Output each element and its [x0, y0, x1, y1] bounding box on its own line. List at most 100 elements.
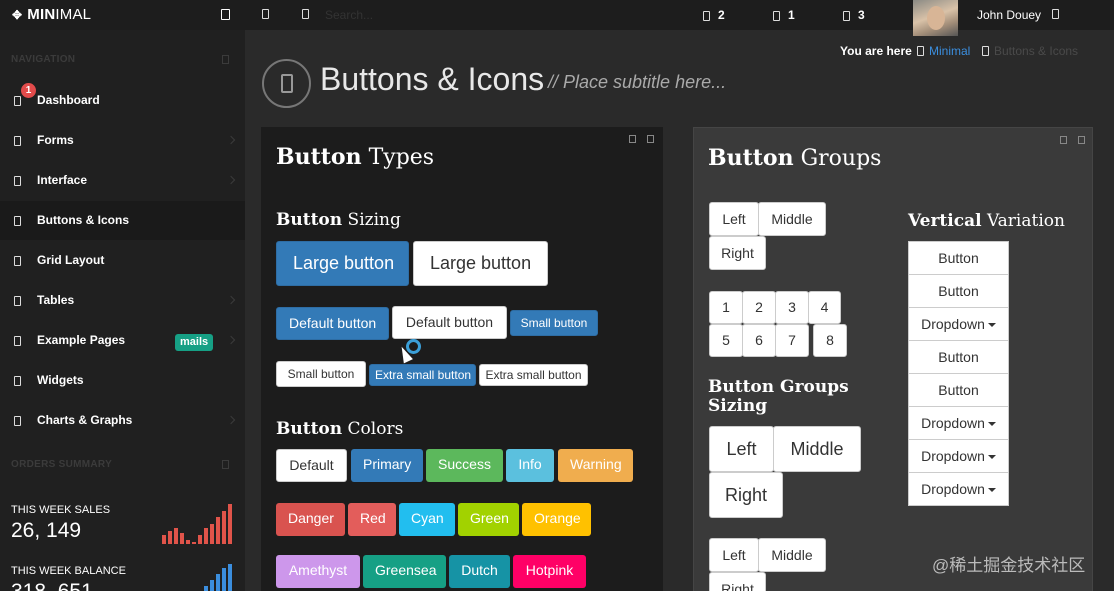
warning-color-button[interactable]: Warning [558, 449, 633, 482]
page-title: Buttons & Icons [320, 61, 545, 97]
success-color-button[interactable]: Success [426, 449, 503, 482]
sidebar-toggle-icon[interactable] [221, 9, 230, 20]
group-button-middle[interactable]: Middle [758, 202, 826, 236]
search-icon[interactable] [302, 9, 309, 19]
greensea-color-button[interactable]: Greensea [363, 555, 446, 588]
sidebar-item-label: Example Pages [37, 333, 126, 347]
vertical-button[interactable]: Button [908, 241, 1009, 275]
large-primary-button[interactable]: Large button [276, 241, 409, 286]
section-heading-sizing: Button Sizing [276, 210, 401, 230]
vertical-dropdown[interactable]: Dropdown [908, 472, 1009, 506]
group-button-left[interactable]: Left [709, 538, 759, 572]
user-name[interactable]: John Douey [977, 8, 1041, 22]
charts-icon [14, 416, 21, 426]
collapse-panel-icon[interactable] [1078, 136, 1085, 144]
sidebar-item-example-pages[interactable]: Example Pages mails [0, 321, 245, 360]
settings-icon[interactable] [262, 9, 269, 19]
vertical-dropdown[interactable]: Dropdown [908, 439, 1009, 473]
cyan-color-button[interactable]: Cyan [399, 503, 455, 536]
page-button-6[interactable]: 6 [742, 324, 776, 357]
sidebar-item-forms[interactable]: Forms [0, 121, 245, 160]
large-default-button[interactable]: Large button [413, 241, 548, 286]
spark-bar [210, 580, 214, 591]
group-button-middle[interactable]: Middle [758, 538, 826, 572]
balance-sparkline [204, 564, 232, 591]
small-primary-button[interactable]: Small button [510, 310, 598, 336]
section-heading-groups-sizing: Button Groups Sizing [708, 377, 849, 416]
stat-label: THIS WEEK BALANCE [11, 565, 126, 577]
watermark: @稀土掘金技术社区 [932, 556, 1086, 575]
page-button-3[interactable]: 3 [775, 291, 809, 324]
sidebar-item-grid-layout[interactable]: Grid Layout [0, 241, 245, 280]
collapse-panel-icon[interactable] [647, 135, 654, 143]
collapse-icon[interactable] [222, 55, 229, 64]
messages-notification[interactable]: 2 [703, 8, 725, 22]
interface-icon [14, 176, 21, 186]
default-color-button[interactable]: Default [276, 449, 347, 482]
hotpink-color-button[interactable]: Hotpink [513, 555, 586, 588]
vertical-button[interactable]: Button [908, 274, 1009, 308]
small-default-button[interactable]: Small button [276, 361, 366, 387]
spark-bar [216, 574, 220, 591]
chevron-icon [226, 335, 236, 345]
group-button-right[interactable]: Right [709, 572, 766, 591]
envelope-icon [703, 10, 710, 21]
vertical-dropdown[interactable]: Dropdown [908, 307, 1009, 341]
xs-default-button[interactable]: Extra small button [479, 364, 588, 386]
sidebar-item-dashboard[interactable]: 1 Dashboard [0, 81, 245, 120]
group-button-left[interactable]: Left [709, 202, 759, 236]
chevron-icon [226, 135, 236, 145]
spark-bar [186, 540, 190, 544]
top-navbar: ✥ MINIMAL Search... 2 1 3 John Douey [0, 0, 1114, 36]
group-button-right[interactable]: Right [709, 236, 766, 270]
sidebar-item-charts-graphs[interactable]: Charts & Graphs [0, 401, 245, 440]
primary-color-button[interactable]: Primary [351, 449, 423, 482]
large-group-button-right[interactable]: Right [709, 472, 783, 518]
default-default-button[interactable]: Default button [392, 306, 507, 339]
page-icon [262, 59, 311, 108]
page-button-5[interactable]: 5 [709, 324, 743, 357]
page-subtitle: // Place subtitle here... [548, 72, 727, 92]
vertical-button[interactable]: Button [908, 340, 1009, 374]
spark-bar [198, 535, 202, 544]
caret-down-icon [987, 488, 996, 493]
refresh-icon[interactable] [629, 135, 636, 143]
info-color-button[interactable]: Info [506, 449, 554, 482]
power-icon[interactable] [1052, 9, 1059, 19]
refresh-icon[interactable] [1060, 136, 1067, 144]
spark-bar [162, 535, 166, 544]
dutch-color-button[interactable]: Dutch [449, 555, 510, 588]
vertical-button[interactable]: Button [908, 373, 1009, 407]
xs-primary-button[interactable]: Extra small button [369, 364, 476, 386]
caret-down-icon [987, 455, 996, 460]
brand-logo[interactable]: ✥ MINIMAL [12, 6, 91, 23]
page-button-2[interactable]: 2 [742, 291, 776, 324]
page-button-4[interactable]: 4 [808, 291, 841, 324]
amethyst-color-button[interactable]: Amethyst [276, 555, 360, 588]
spark-bar [228, 564, 232, 591]
vertical-dropdown[interactable]: Dropdown [908, 406, 1009, 440]
danger-color-button[interactable]: Danger [276, 503, 345, 536]
large-group-button-middle[interactable]: Middle [773, 426, 861, 472]
default-primary-button[interactable]: Default button [276, 307, 389, 340]
sidebar-item-label: Buttons & Icons [37, 213, 129, 227]
tablet-icon [281, 74, 293, 93]
page-button-7[interactable]: 7 [775, 324, 809, 357]
sidebar-item-widgets[interactable]: Widgets [0, 361, 245, 400]
page-button-8[interactable]: 8 [813, 324, 847, 357]
green-color-button[interactable]: Green [458, 503, 519, 536]
breadcrumb-link-home[interactable]: Minimal [929, 44, 970, 58]
tasks-notification[interactable]: 3 [843, 8, 865, 22]
orange-color-button[interactable]: Orange [522, 503, 591, 536]
search-input[interactable]: Search... [325, 8, 445, 22]
page-button-1[interactable]: 1 [709, 291, 743, 324]
large-group-button-left[interactable]: Left [709, 426, 774, 472]
sidebar-item-tables[interactable]: Tables [0, 281, 245, 320]
sidebar-item-label: Tables [37, 293, 75, 307]
collapse-icon[interactable] [222, 460, 229, 469]
alerts-notification[interactable]: 1 [773, 8, 795, 22]
sidebar-item-buttons-icons[interactable]: Buttons & Icons [0, 201, 245, 240]
red-color-button[interactable]: Red [348, 503, 396, 536]
avatar[interactable] [913, 0, 958, 36]
sidebar-item-interface[interactable]: Interface [0, 161, 245, 200]
